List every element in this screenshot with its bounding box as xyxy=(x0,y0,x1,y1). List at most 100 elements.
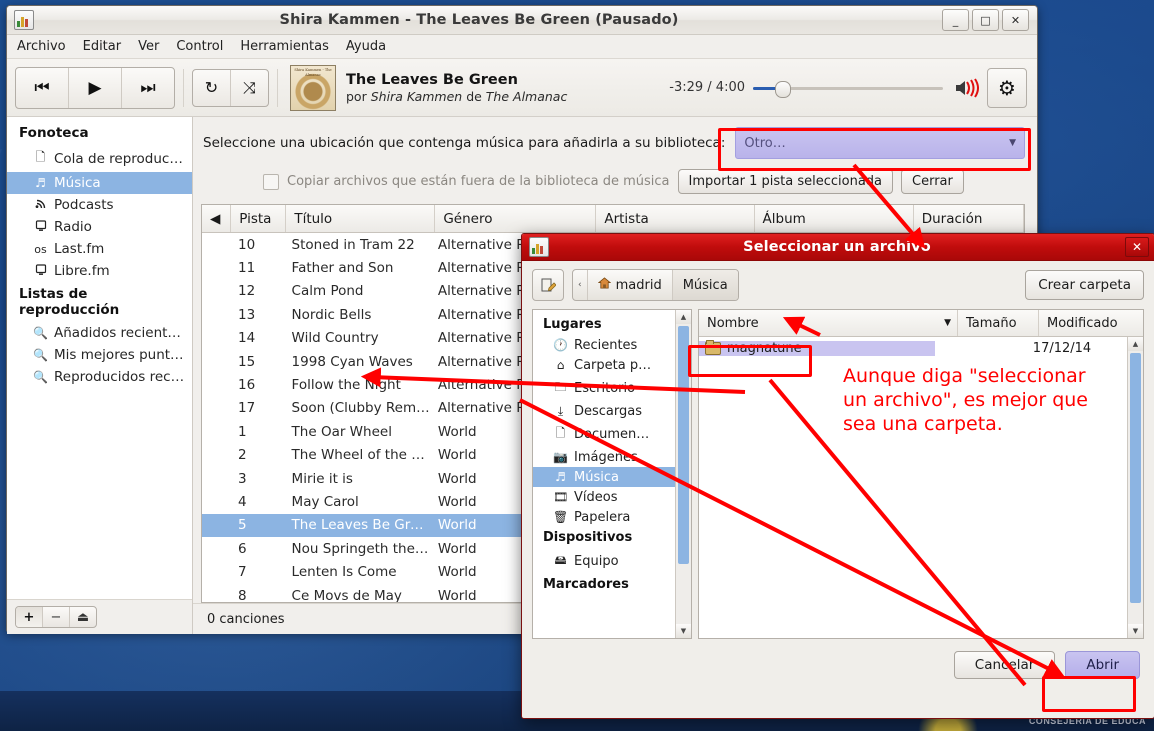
row-title: Calm Pond xyxy=(291,283,364,300)
rss-icon xyxy=(33,198,48,213)
open-button[interactable]: Abrir xyxy=(1065,651,1140,679)
repeat-icon[interactable]: ↻ xyxy=(193,69,231,106)
file-column-modificado[interactable]: Modificado xyxy=(1039,310,1143,336)
place-item-5[interactable]: 📷 Imágenes xyxy=(533,447,675,467)
menu-editar[interactable]: Editar xyxy=(83,39,122,54)
file-name-cell[interactable]: magnatune xyxy=(699,339,935,356)
close-import-button[interactable]: Cerrar xyxy=(901,169,964,194)
dialog-close-button[interactable]: ✕ xyxy=(1125,237,1149,257)
dialog-app-icon xyxy=(529,237,549,257)
page-icon: 🗋 xyxy=(35,150,46,164)
volume-icon[interactable] xyxy=(953,76,979,100)
import-button[interactable]: Importar 1 pista seleccionada xyxy=(677,169,894,194)
dialog-titlebar[interactable]: Seleccionar un archivo ✕ xyxy=(522,234,1154,261)
row-title: 1998 Cyan Waves xyxy=(291,353,413,370)
sidebar-item-recently-added[interactable]: 🔍 Añadidos recient… xyxy=(7,322,192,344)
places-scroll-down-icon[interactable]: ▼ xyxy=(676,624,691,638)
close-button[interactable]: ✕ xyxy=(1002,9,1029,31)
column-pista[interactable]: Pista xyxy=(231,205,287,232)
sidebar-item-queue[interactable]: 🗋 Cola de reproduc… xyxy=(7,145,192,172)
place-item-2[interactable]: 🗀 Escritorio xyxy=(533,375,675,401)
seek-knob[interactable] xyxy=(775,80,791,98)
column-album[interactable]: Álbum xyxy=(755,205,914,232)
place-label: Música xyxy=(574,469,619,485)
location-combobox[interactable]: Otro… ▼ xyxy=(735,127,1025,159)
copy-files-label: Copiar archivos que están fuera de la bi… xyxy=(287,174,670,189)
play-icon[interactable]: ▶ xyxy=(69,67,122,108)
place-item-0[interactable]: 🕐 Recientes xyxy=(533,335,675,355)
sidebar-item-musica[interactable]: ♬ Música xyxy=(7,172,192,194)
path-bar: ‹ madrid Música Crear carpeta xyxy=(522,261,1154,309)
file-row[interactable]: magnatune 17/12/14 xyxy=(699,337,1127,359)
menu-herramientas[interactable]: Herramientas xyxy=(240,39,329,54)
file-scroll-thumb[interactable] xyxy=(1130,353,1141,603)
device-item-0[interactable]: 🖴 Equipo xyxy=(533,548,675,574)
places-section-marcadores: Marcadores xyxy=(543,577,629,592)
maximize-button[interactable]: □ xyxy=(972,9,999,31)
breadcrumb-prev-button[interactable]: ‹ xyxy=(573,270,588,300)
row-track-number: 5 xyxy=(238,517,247,534)
place-item-1[interactable]: ⌂ Carpeta p… xyxy=(533,355,675,375)
track-table-header: ◀ Pista Título Género Artista Álbum Dura… xyxy=(202,205,1024,233)
place-item-8[interactable]: 🗑 Papelera xyxy=(533,507,675,527)
menu-archivo[interactable]: Archivo xyxy=(17,39,66,54)
column-genero[interactable]: Género xyxy=(435,205,597,232)
app-icon xyxy=(14,10,34,30)
menu-control[interactable]: Control xyxy=(176,39,223,54)
dialog-footer: Cancelar Abrir xyxy=(522,639,1154,679)
transport-controls: ⏮ ▶ ⏭ xyxy=(15,66,175,109)
main-titlebar[interactable]: Shira Kammen - The Leaves Be Green (Paus… xyxy=(7,6,1037,35)
sidebar-item-podcasts[interactable]: Podcasts xyxy=(7,194,192,216)
seek-slider[interactable] xyxy=(753,80,943,98)
playing-column-icon[interactable]: ◀ xyxy=(202,205,232,232)
copy-files-checkbox[interactable] xyxy=(263,173,279,190)
file-list-scrollbar[interactable]: ▲ ▼ xyxy=(1127,337,1143,638)
sidebar-item-radio[interactable]: Radio xyxy=(7,216,192,238)
minimize-button[interactable]: _ xyxy=(942,9,969,31)
row-title: The Oar Wheel xyxy=(291,423,392,440)
menu-ayuda[interactable]: Ayuda xyxy=(346,39,386,54)
gear-icon[interactable]: ⚙ xyxy=(987,67,1027,108)
sidebar-item-librefm[interactable]: Libre.fm xyxy=(7,260,192,282)
next-icon[interactable]: ⏭ xyxy=(122,68,174,108)
places-scrollbar[interactable]: ▲ ▼ xyxy=(675,310,691,638)
sidebar-item-lastfm[interactable]: ᴏs Last.fm xyxy=(7,238,192,260)
row-title: Soon (Clubby Remix) xyxy=(291,400,430,417)
place-item-7[interactable]: 🎞 Vídeos xyxy=(533,487,675,507)
file-list: Nombre ▼ Tamaño Modificado magnatune 17/1… xyxy=(698,309,1144,639)
now-playing-artist: Shira Kammen xyxy=(370,88,463,104)
file-scroll-down-icon[interactable]: ▼ xyxy=(1128,624,1143,638)
place-item-6[interactable]: ♬ Música xyxy=(533,467,675,487)
row-title: Mirie it is xyxy=(291,470,353,487)
row-track-number: 17 xyxy=(238,400,256,417)
sidebar-item-recently-played[interactable]: 🔍 Reproducidos rec… xyxy=(7,366,192,388)
sidebar-item-label: Música xyxy=(54,175,101,191)
place-item-3[interactable]: ⤓ Descargas xyxy=(533,401,675,421)
row-track-number: 8 xyxy=(238,587,247,602)
add-playlist-button[interactable]: + xyxy=(16,607,43,627)
eject-button[interactable]: ⏏ xyxy=(70,607,96,627)
breadcrumb-madrid[interactable]: madrid xyxy=(588,270,673,300)
menu-ver[interactable]: Ver xyxy=(138,39,159,54)
places-scroll-thumb[interactable] xyxy=(678,326,689,564)
breadcrumb-musica[interactable]: Música xyxy=(672,270,738,300)
places-scroll-up-icon[interactable]: ▲ xyxy=(676,310,691,324)
place-item-4[interactable]: 🗋 Documen… xyxy=(533,421,675,447)
create-folder-button[interactable]: Crear carpeta xyxy=(1025,270,1144,300)
row-track-number: 4 xyxy=(238,493,247,510)
menubar: Archivo Editar Ver Control Herramientas … xyxy=(7,35,1037,59)
sidebar-item-top-rated[interactable]: 🔍 Mis mejores punt… xyxy=(7,344,192,366)
previous-icon[interactable]: ⏮ xyxy=(16,67,69,108)
column-titulo[interactable]: Título xyxy=(286,205,436,232)
place-icon: 🕐 xyxy=(553,338,568,352)
type-filename-icon[interactable] xyxy=(532,269,564,301)
shuffle-icon[interactable]: ⤨ xyxy=(231,70,268,106)
file-scroll-up-icon[interactable]: ▲ xyxy=(1128,337,1143,351)
now-playing-subtitle: por Shira Kammen de The Almanac xyxy=(346,89,567,105)
file-column-tamano[interactable]: Tamaño xyxy=(958,310,1039,336)
cancel-button[interactable]: Cancelar xyxy=(953,651,1056,679)
column-artista[interactable]: Artista xyxy=(596,205,755,232)
file-column-nombre[interactable]: Nombre ▼ xyxy=(699,310,958,336)
column-duracion[interactable]: Duración xyxy=(914,205,1024,232)
remove-playlist-button[interactable]: − xyxy=(43,607,70,627)
